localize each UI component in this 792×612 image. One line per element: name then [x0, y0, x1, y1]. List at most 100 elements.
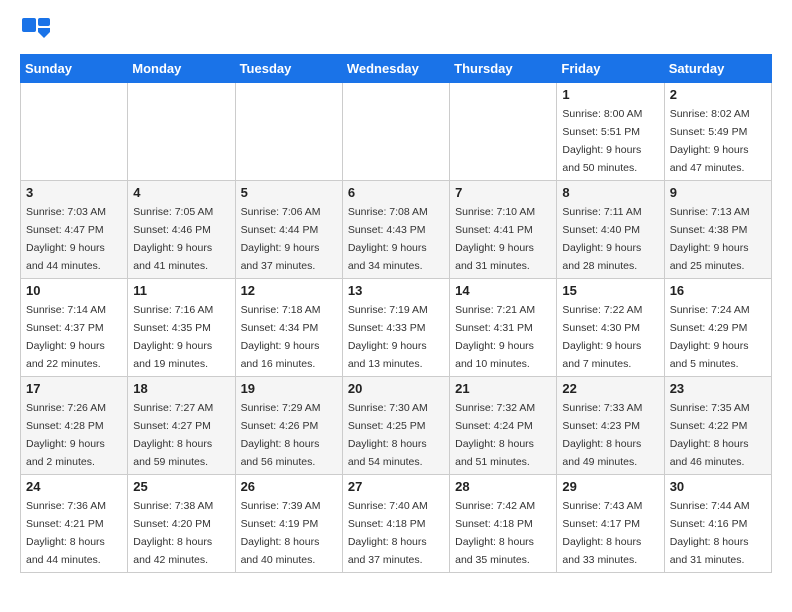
day-number: 13	[348, 283, 444, 298]
day-number: 22	[562, 381, 658, 396]
calendar-cell: 4 Sunrise: 7:05 AM Sunset: 4:46 PM Daylig…	[128, 181, 235, 279]
calendar-cell: 17 Sunrise: 7:26 AM Sunset: 4:28 PM Dayli…	[21, 377, 128, 475]
weekday-header-wednesday: Wednesday	[342, 55, 449, 83]
calendar-cell: 25 Sunrise: 7:38 AM Sunset: 4:20 PM Dayli…	[128, 475, 235, 573]
day-info: Sunrise: 7:18 AM Sunset: 4:34 PM Dayligh…	[241, 304, 321, 370]
day-info: Sunrise: 7:39 AM Sunset: 4:19 PM Dayligh…	[241, 500, 321, 566]
calendar-cell: 13 Sunrise: 7:19 AM Sunset: 4:33 PM Dayli…	[342, 279, 449, 377]
day-number: 3	[26, 185, 122, 200]
header	[20, 16, 772, 48]
calendar-week-3: 10 Sunrise: 7:14 AM Sunset: 4:37 PM Dayli…	[21, 279, 772, 377]
calendar-cell	[342, 83, 449, 181]
day-number: 27	[348, 479, 444, 494]
day-info: Sunrise: 7:42 AM Sunset: 4:18 PM Dayligh…	[455, 500, 535, 566]
calendar-cell: 12 Sunrise: 7:18 AM Sunset: 4:34 PM Dayli…	[235, 279, 342, 377]
day-number: 1	[562, 87, 658, 102]
day-number: 30	[670, 479, 766, 494]
calendar-week-4: 17 Sunrise: 7:26 AM Sunset: 4:28 PM Dayli…	[21, 377, 772, 475]
calendar-cell: 19Sunrise: 7:29 AM Sunset: 4:26 PM Dayli…	[235, 377, 342, 475]
calendar-body: 1 Sunrise: 8:00 AM Sunset: 5:51 PM Daylig…	[21, 83, 772, 573]
day-number: 23	[670, 381, 766, 396]
day-info: Sunrise: 8:00 AM Sunset: 5:51 PM Dayligh…	[562, 108, 642, 174]
calendar-cell	[21, 83, 128, 181]
calendar-cell: 22 Sunrise: 7:33 AM Sunset: 4:23 PM Dayli…	[557, 377, 664, 475]
day-info: Sunrise: 7:21 AM Sunset: 4:31 PM Dayligh…	[455, 304, 535, 370]
calendar-cell: 11Sunrise: 7:16 AM Sunset: 4:35 PM Dayli…	[128, 279, 235, 377]
weekday-header-thursday: Thursday	[450, 55, 557, 83]
day-info: Sunrise: 7:05 AM Sunset: 4:46 PM Dayligh…	[133, 206, 213, 272]
calendar-cell: 28 Sunrise: 7:42 AM Sunset: 4:18 PM Dayli…	[450, 475, 557, 573]
calendar-cell: 20Sunrise: 7:30 AM Sunset: 4:25 PM Dayli…	[342, 377, 449, 475]
calendar-cell: 16 Sunrise: 7:24 AM Sunset: 4:29 PM Dayli…	[664, 279, 771, 377]
weekday-header-tuesday: Tuesday	[235, 55, 342, 83]
calendar-cell: 14 Sunrise: 7:21 AM Sunset: 4:31 PM Dayli…	[450, 279, 557, 377]
calendar-week-2: 3 Sunrise: 7:03 AM Sunset: 4:47 PM Daylig…	[21, 181, 772, 279]
day-number: 19	[241, 381, 337, 396]
day-number: 17	[26, 381, 122, 396]
day-info: Sunrise: 7:14 AM Sunset: 4:37 PM Dayligh…	[26, 304, 106, 370]
day-info: Sunrise: 7:22 AM Sunset: 4:30 PM Dayligh…	[562, 304, 642, 370]
day-info: Sunrise: 7:38 AM Sunset: 4:20 PM Dayligh…	[133, 500, 213, 566]
calendar-cell: 3 Sunrise: 7:03 AM Sunset: 4:47 PM Daylig…	[21, 181, 128, 279]
logo	[20, 16, 56, 48]
weekday-header-monday: Monday	[128, 55, 235, 83]
calendar-cell: 27 Sunrise: 7:40 AM Sunset: 4:18 PM Dayli…	[342, 475, 449, 573]
day-info: Sunrise: 7:03 AM Sunset: 4:47 PM Dayligh…	[26, 206, 106, 272]
day-info: Sunrise: 8:02 AM Sunset: 5:49 PM Dayligh…	[670, 108, 750, 174]
calendar-week-1: 1 Sunrise: 8:00 AM Sunset: 5:51 PM Daylig…	[21, 83, 772, 181]
day-number: 26	[241, 479, 337, 494]
day-info: Sunrise: 7:19 AM Sunset: 4:33 PM Dayligh…	[348, 304, 428, 370]
calendar-cell: 18 Sunrise: 7:27 AM Sunset: 4:27 PM Dayli…	[128, 377, 235, 475]
calendar-cell	[235, 83, 342, 181]
calendar-cell: 9 Sunrise: 7:13 AM Sunset: 4:38 PM Daylig…	[664, 181, 771, 279]
day-number: 11	[133, 283, 229, 298]
weekday-header-saturday: Saturday	[664, 55, 771, 83]
day-number: 4	[133, 185, 229, 200]
day-info: Sunrise: 7:33 AM Sunset: 4:23 PM Dayligh…	[562, 402, 642, 468]
day-info: Sunrise: 7:32 AM Sunset: 4:24 PM Dayligh…	[455, 402, 535, 468]
calendar-cell: 6Sunrise: 7:08 AM Sunset: 4:43 PM Daylig…	[342, 181, 449, 279]
day-number: 9	[670, 185, 766, 200]
day-info: Sunrise: 7:40 AM Sunset: 4:18 PM Dayligh…	[348, 500, 428, 566]
calendar-cell: 21Sunrise: 7:32 AM Sunset: 4:24 PM Dayli…	[450, 377, 557, 475]
day-info: Sunrise: 7:08 AM Sunset: 4:43 PM Dayligh…	[348, 206, 428, 272]
calendar-week-5: 24 Sunrise: 7:36 AM Sunset: 4:21 PM Dayli…	[21, 475, 772, 573]
calendar-cell: 8 Sunrise: 7:11 AM Sunset: 4:40 PM Daylig…	[557, 181, 664, 279]
calendar-cell: 24 Sunrise: 7:36 AM Sunset: 4:21 PM Dayli…	[21, 475, 128, 573]
day-info: Sunrise: 7:13 AM Sunset: 4:38 PM Dayligh…	[670, 206, 750, 272]
day-info: Sunrise: 7:27 AM Sunset: 4:27 PM Dayligh…	[133, 402, 213, 468]
calendar-cell: 23Sunrise: 7:35 AM Sunset: 4:22 PM Dayli…	[664, 377, 771, 475]
logo-icon	[20, 16, 52, 48]
calendar-cell: 30Sunrise: 7:44 AM Sunset: 4:16 PM Dayli…	[664, 475, 771, 573]
day-number: 8	[562, 185, 658, 200]
day-number: 24	[26, 479, 122, 494]
day-number: 14	[455, 283, 551, 298]
day-number: 18	[133, 381, 229, 396]
day-number: 5	[241, 185, 337, 200]
calendar-cell: 10 Sunrise: 7:14 AM Sunset: 4:37 PM Dayli…	[21, 279, 128, 377]
day-info: Sunrise: 7:36 AM Sunset: 4:21 PM Dayligh…	[26, 500, 106, 566]
day-number: 20	[348, 381, 444, 396]
day-number: 16	[670, 283, 766, 298]
calendar-cell: 7Sunrise: 7:10 AM Sunset: 4:41 PM Daylig…	[450, 181, 557, 279]
day-number: 29	[562, 479, 658, 494]
calendar-cell: 5 Sunrise: 7:06 AM Sunset: 4:44 PM Daylig…	[235, 181, 342, 279]
calendar-cell	[128, 83, 235, 181]
day-info: Sunrise: 7:24 AM Sunset: 4:29 PM Dayligh…	[670, 304, 750, 370]
day-info: Sunrise: 7:26 AM Sunset: 4:28 PM Dayligh…	[26, 402, 106, 468]
day-number: 25	[133, 479, 229, 494]
calendar-cell: 1 Sunrise: 8:00 AM Sunset: 5:51 PM Daylig…	[557, 83, 664, 181]
day-info: Sunrise: 7:10 AM Sunset: 4:41 PM Dayligh…	[455, 206, 535, 272]
day-number: 28	[455, 479, 551, 494]
day-number: 10	[26, 283, 122, 298]
day-number: 12	[241, 283, 337, 298]
weekday-header-sunday: Sunday	[21, 55, 128, 83]
page-container: SundayMondayTuesdayWednesdayThursdayFrid…	[0, 0, 792, 583]
day-number: 15	[562, 283, 658, 298]
calendar-cell: 2Sunrise: 8:02 AM Sunset: 5:49 PM Daylig…	[664, 83, 771, 181]
calendar-cell	[450, 83, 557, 181]
day-info: Sunrise: 7:11 AM Sunset: 4:40 PM Dayligh…	[562, 206, 641, 272]
calendar-cell: 15 Sunrise: 7:22 AM Sunset: 4:30 PM Dayli…	[557, 279, 664, 377]
calendar-cell: 29Sunrise: 7:43 AM Sunset: 4:17 PM Dayli…	[557, 475, 664, 573]
day-info: Sunrise: 7:06 AM Sunset: 4:44 PM Dayligh…	[241, 206, 321, 272]
